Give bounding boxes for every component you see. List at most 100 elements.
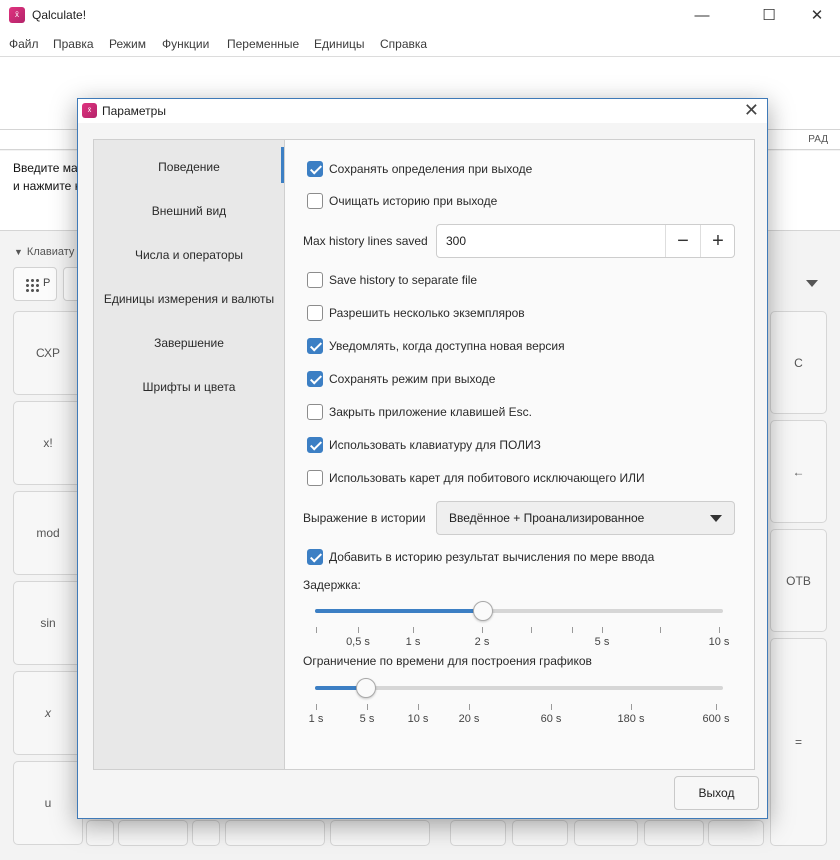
keypad-button[interactable] [225, 820, 325, 846]
unchecked-checkbox-icon [307, 272, 323, 288]
history-separate-file-checkbox[interactable]: Save history to separate file [307, 271, 477, 289]
grid-icon [25, 278, 39, 292]
menu-help[interactable]: Справка [380, 37, 427, 51]
delay-slider[interactable]: 0,5 s 1 s 2 s 5 s 10 s [315, 601, 729, 648]
minimize-button[interactable]: — [679, 0, 725, 31]
key-mod[interactable]: mod [13, 491, 83, 575]
keypad-button[interactable] [708, 820, 764, 846]
unchecked-checkbox-icon [307, 404, 323, 420]
slider-tick-label: 5 s [594, 636, 610, 648]
keypad-button[interactable] [644, 820, 704, 846]
slider-tick-label: 600 s [702, 713, 730, 725]
menu-edit[interactable]: Правка [53, 37, 94, 51]
keypad-button[interactable] [330, 820, 430, 846]
dialog-titlebar: x̄ Параметры ✕ [78, 99, 767, 123]
keyboard-toggle-label: Клавиату [26, 246, 75, 258]
maximize-button[interactable]: ☐ [746, 0, 792, 31]
close-icon[interactable]: ✕ [744, 100, 759, 120]
key-clear[interactable]: C [770, 311, 827, 414]
save-mode-checkbox[interactable]: Сохранять режим при выходе [307, 370, 495, 388]
close-button[interactable]: ✕ [794, 0, 840, 31]
slider-tick [572, 627, 573, 633]
slider-track [315, 686, 723, 690]
keypad-button[interactable] [86, 820, 114, 846]
plot-time-limit-slider[interactable]: 1 s 5 s 10 s 20 s 60 s 180 s 600 s [309, 678, 729, 725]
close-on-esc-checkbox[interactable]: Закрыть приложение клавишей Esc. [307, 403, 532, 421]
dropdown-arrow-icon[interactable] [806, 280, 818, 287]
increment-button[interactable]: + [701, 225, 735, 257]
slider-tick-label: 20 s [458, 713, 480, 725]
history-expression-dropdown[interactable]: Введённое + Проанализированное [436, 501, 735, 535]
key-x[interactable]: x [13, 671, 83, 755]
preferences-dialog: x̄ Параметры ✕ Поведение Внешний вид Чис… [77, 98, 768, 819]
keypad-button[interactable] [512, 820, 568, 846]
slider-tick-label: 5 s [359, 713, 375, 725]
slider-tick [602, 627, 603, 633]
save-definitions-checkbox[interactable]: Сохранять определения при выходе [307, 160, 532, 178]
exit-button[interactable]: Выход [674, 776, 759, 810]
result-hint-line-1: Введите мат [13, 161, 83, 175]
app-icon: x̄ [9, 7, 25, 23]
keypad-button[interactable] [118, 820, 188, 846]
key-backspace[interactable]: ← [770, 420, 827, 523]
history-expression-value: Введённое + Проанализированное [449, 511, 645, 525]
max-history-input[interactable]: 300 [446, 234, 466, 248]
decrement-button[interactable]: − [666, 225, 700, 257]
expander-down-icon: ▼ [14, 247, 23, 257]
slider-tick [358, 627, 359, 633]
key-store[interactable]: СХР [13, 311, 83, 395]
delay-label: Задержка: [303, 578, 361, 592]
behavior-page: Сохранять определения при выходе Очищать… [284, 139, 755, 770]
slider-tick [631, 704, 632, 710]
keyboard-toggle[interactable]: ▼ Клавиату [14, 246, 74, 258]
caret-xor-checkbox[interactable]: Использовать карет для побитового исключ… [307, 469, 645, 487]
menu-file[interactable]: Файл [9, 37, 39, 51]
menu-mode[interactable]: Режим [109, 37, 146, 51]
checked-checkbox-icon [307, 437, 323, 453]
angle-mode-label: РАД [808, 134, 828, 145]
key-answer[interactable]: ОТВ [770, 529, 827, 632]
sidebar-item-completion[interactable]: Завершение [94, 336, 284, 350]
keypad-button[interactable] [450, 820, 506, 846]
slider-handle[interactable] [356, 678, 377, 698]
slider-tick-label: 2 s [474, 636, 490, 648]
sidebar-item-units[interactable]: Единицы измерения и валюты [94, 292, 284, 306]
add-result-to-history-checkbox[interactable]: Добавить в историю результат вычисления … [307, 548, 654, 566]
key-sin[interactable]: sin [13, 581, 83, 665]
slider-tick [316, 704, 317, 710]
menu-functions[interactable]: Функции [162, 37, 209, 51]
rpn-keypad-checkbox[interactable]: Использовать клавиатуру для ПОЛИЗ [307, 436, 541, 454]
slider-tick [531, 627, 532, 633]
app-icon: x̄ [82, 103, 97, 118]
max-history-label: Max history lines saved [303, 234, 428, 248]
key-equals[interactable]: = [770, 638, 827, 846]
menu-variables[interactable]: Переменные [227, 37, 299, 51]
checked-checkbox-icon [307, 338, 323, 354]
keypad-menu-button[interactable]: P [13, 267, 57, 301]
slider-tick-label: 180 s [617, 713, 645, 725]
slider-tick [418, 704, 419, 710]
slider-tick [551, 704, 552, 710]
history-expression-label: Выражение в истории [303, 511, 426, 525]
sidebar-item-numbers[interactable]: Числа и операторы [94, 248, 284, 262]
slider-fill [315, 609, 483, 613]
keypad-button[interactable] [192, 820, 220, 846]
sidebar-item-appearance[interactable]: Внешний вид [94, 204, 284, 218]
key-factorial[interactable]: x! [13, 401, 83, 485]
slider-tick [367, 704, 368, 710]
multiple-instances-checkbox[interactable]: Разрешить несколько экземпляров [307, 304, 525, 322]
slider-tick [413, 627, 414, 633]
key-u[interactable]: u [13, 761, 83, 845]
slider-handle[interactable] [472, 601, 493, 621]
keypad-button[interactable] [574, 820, 638, 846]
slider-tick-label: 1 s [308, 713, 324, 725]
slider-tick [719, 627, 720, 633]
clear-history-checkbox[interactable]: Очищать историю при выходе [307, 192, 497, 210]
notify-updates-checkbox[interactable]: Уведомлять, когда доступна новая версия [307, 337, 565, 355]
menu-bar: Файл Правка Режим Функции Переменные Еди… [0, 31, 840, 57]
menu-units[interactable]: Единицы [314, 37, 365, 51]
slider-tick-label: 1 s [405, 636, 421, 648]
dropdown-arrow-icon [710, 515, 722, 522]
sidebar-item-fonts[interactable]: Шрифты и цвета [94, 380, 284, 394]
sidebar-item-behavior[interactable]: Поведение [94, 160, 284, 174]
